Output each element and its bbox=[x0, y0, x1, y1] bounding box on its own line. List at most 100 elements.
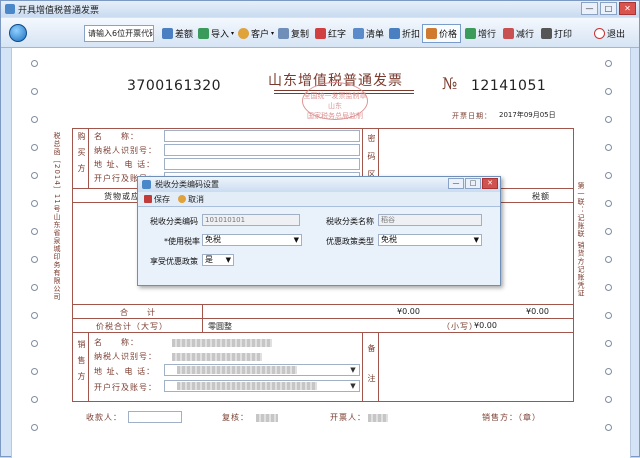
number-sign: № bbox=[442, 74, 458, 93]
tax-rate-label: *使用税率 bbox=[164, 237, 200, 246]
total-tax: ¥0.00 bbox=[526, 307, 549, 316]
chevron-down-icon: ▼ bbox=[225, 256, 231, 264]
save-icon bbox=[144, 195, 152, 203]
enjoy-policy-select[interactable]: 是 ▼ bbox=[202, 254, 234, 266]
app-logo-icon bbox=[9, 24, 27, 42]
chevron-down-icon[interactable]: ▼ bbox=[349, 366, 357, 374]
seller-bank-label: 开户行及账号： bbox=[94, 383, 157, 392]
invoice-date: 2017年09月05日 bbox=[499, 111, 556, 119]
toolbar: 请输入6位开票代码 差额 导入 ▾ 客户 ▾ 复制 红字 清单 折扣 价格 增行 减… bbox=[1, 18, 639, 48]
seller-side-label: 销售方 bbox=[77, 340, 86, 388]
buyer-taxid-label: 纳税人识别号： bbox=[94, 146, 157, 155]
list-button[interactable]: 清单 bbox=[350, 24, 387, 43]
red-invoice-icon bbox=[315, 28, 326, 39]
dialog-save-button[interactable]: 保存 bbox=[144, 194, 170, 205]
difference-icon bbox=[162, 28, 173, 39]
title-bar: 开具增值税普通发票 — □ ✕ bbox=[1, 1, 639, 17]
customer-icon bbox=[238, 28, 249, 39]
enjoy-policy-label: 享受优惠政策 bbox=[150, 257, 198, 266]
difference-button[interactable]: 差额 bbox=[159, 24, 196, 43]
list-icon bbox=[353, 28, 364, 39]
left-side-text: 税总函［2014］11号山东省泉城印务有限公司 bbox=[53, 132, 61, 301]
price-icon bbox=[426, 28, 437, 39]
price-total-label: 价税合计（大写） bbox=[96, 322, 168, 331]
discount-button[interactable]: 折扣 bbox=[386, 24, 423, 43]
discount-icon bbox=[389, 28, 400, 39]
tax-name-input[interactable]: 稻谷 bbox=[378, 214, 482, 226]
tax-code-label: 税收分类编码 bbox=[150, 217, 198, 226]
dialog-title: 税收分类编码设置 bbox=[155, 180, 219, 189]
close-button[interactable]: ✕ bbox=[619, 2, 636, 15]
reviewer-label: 复核： bbox=[222, 413, 249, 422]
remove-row-icon bbox=[503, 28, 514, 39]
dialog-toolbar: 保存 取消 bbox=[138, 192, 500, 207]
buyer-address-field[interactable] bbox=[164, 158, 360, 170]
print-button[interactable]: 打印 bbox=[538, 24, 575, 43]
seller-taxid-value bbox=[172, 353, 262, 361]
maximize-button[interactable]: □ bbox=[600, 2, 617, 15]
seller-taxid-label: 纳税人识别号： bbox=[94, 352, 157, 361]
buyer-side-label: 购买方 bbox=[77, 132, 86, 180]
price-button[interactable]: 价格 bbox=[422, 24, 462, 43]
policy-type-label: 优惠政策类型 bbox=[326, 237, 374, 246]
import-button[interactable]: 导入 ▾ bbox=[195, 24, 237, 43]
tax-header: 税额 bbox=[532, 192, 550, 201]
dialog-app-icon bbox=[142, 180, 151, 189]
chevron-down-icon[interactable]: ▼ bbox=[349, 382, 357, 390]
dialog-cancel-button[interactable]: 取消 bbox=[178, 194, 204, 205]
reviewer-value bbox=[256, 414, 278, 422]
right-perforation bbox=[602, 48, 616, 458]
seller-sign-label: 销售方：（章） bbox=[482, 413, 541, 422]
red-invoice-button[interactable]: 红字 bbox=[312, 24, 349, 43]
price-total-small: ¥0.00 bbox=[474, 321, 497, 330]
chevron-down-icon: ▼ bbox=[473, 236, 479, 244]
dialog-close-button[interactable]: ✕ bbox=[482, 178, 498, 189]
dialog-title-bar: 税收分类编码设置 — □ ✕ bbox=[138, 177, 500, 192]
buyer-name-field[interactable] bbox=[164, 130, 360, 142]
tax-code-dialog: 税收分类编码设置 — □ ✕ 保存 取消 税收分类编码 101010101 税收… bbox=[137, 176, 501, 286]
payee-label: 收款人： bbox=[86, 413, 122, 422]
customer-button[interactable]: 客户 ▾ bbox=[235, 24, 277, 43]
tax-rate-select[interactable]: 免税 ▼ bbox=[202, 234, 302, 246]
tax-code-input[interactable]: 101010101 bbox=[202, 214, 300, 226]
remove-row-button[interactable]: 减行 bbox=[500, 24, 537, 43]
date-label: 开票日期： bbox=[452, 112, 492, 120]
payee-field[interactable] bbox=[128, 411, 182, 423]
seller-address-field[interactable]: ▼ bbox=[164, 364, 360, 376]
total-label: 合 计 bbox=[120, 308, 156, 317]
dialog-minimize-button[interactable]: — bbox=[448, 178, 464, 189]
import-icon bbox=[198, 28, 209, 39]
copy-icon bbox=[278, 28, 289, 39]
buyer-address-label: 地 址、电 话： bbox=[94, 160, 156, 169]
exit-icon bbox=[594, 28, 605, 39]
chevron-down-icon: ▼ bbox=[293, 236, 299, 244]
drawer-label: 开票人： bbox=[330, 413, 366, 422]
left-perforation bbox=[28, 48, 42, 458]
invoice-number: 12141051 bbox=[471, 78, 547, 94]
window-title: 开具增值税普通发票 bbox=[18, 5, 100, 16]
price-total-chinese: 零圆整 bbox=[208, 322, 232, 331]
seller-bank-field[interactable]: ▼ bbox=[164, 380, 360, 392]
tax-name-label: 税收分类名称 bbox=[326, 217, 374, 226]
add-row-icon bbox=[465, 28, 476, 39]
invoice-window: 开具增值税普通发票 — □ ✕ 请输入6位开票代码 差额 导入 ▾ 客户 ▾ 复制 … bbox=[0, 0, 640, 458]
exit-button[interactable]: 退出 bbox=[591, 24, 628, 43]
drawer-value bbox=[368, 414, 388, 422]
print-icon bbox=[541, 28, 552, 39]
minimize-button[interactable]: — bbox=[581, 2, 598, 15]
price-total-small-label: （小写） bbox=[442, 322, 478, 331]
app-icon bbox=[5, 4, 15, 14]
seller-address-label: 地 址、电 话： bbox=[94, 367, 156, 376]
total-amount: ¥0.00 bbox=[397, 307, 420, 316]
dialog-maximize-button[interactable]: □ bbox=[465, 178, 481, 189]
buyer-name-label: 名 称： bbox=[94, 132, 139, 141]
add-row-button[interactable]: 增行 bbox=[462, 24, 499, 43]
seller-name-label: 名 称： bbox=[94, 338, 139, 347]
remark-label: 备注 bbox=[367, 344, 376, 404]
right-side-text: 第一联：记账联 销货方记账凭证 bbox=[577, 182, 585, 298]
invoice-code-input[interactable]: 请输入6位开票代码 bbox=[84, 25, 154, 42]
policy-type-select[interactable]: 免税 ▼ bbox=[378, 234, 482, 246]
copy-button[interactable]: 复制 bbox=[275, 24, 312, 43]
dialog-body: 税收分类编码 101010101 税收分类名称 稻谷 *使用税率 免税 ▼ 优惠政… bbox=[138, 207, 500, 285]
buyer-taxid-field[interactable] bbox=[164, 144, 360, 156]
